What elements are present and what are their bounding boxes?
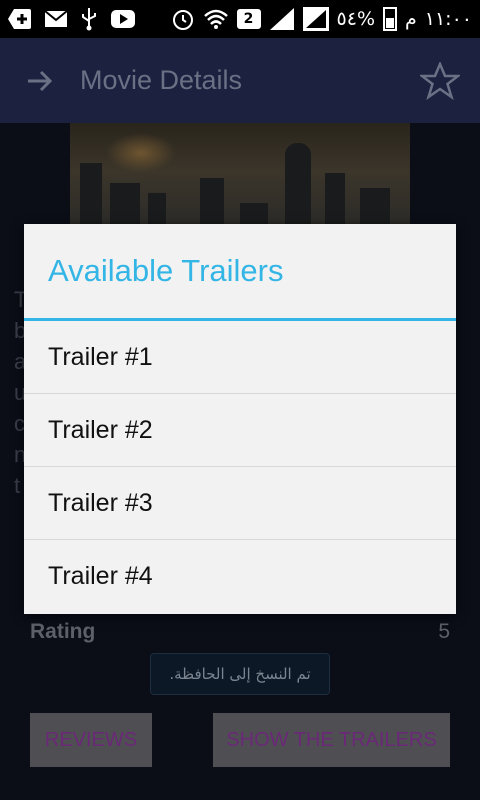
- clock: ١١:٠٠: [424, 8, 472, 30]
- trailer-item-3[interactable]: Trailer #3: [24, 467, 456, 540]
- battery-icon: [383, 7, 397, 31]
- signal-icon: [269, 7, 295, 31]
- page-title: Movie Details: [80, 65, 243, 95]
- trailers-dialog: Available Trailers Trailer #1 Trailer #2…: [24, 224, 456, 614]
- action-bar: Movie Details: [0, 38, 480, 123]
- reviews-button[interactable]: REVIEWS: [30, 713, 152, 767]
- alarm-icon: [171, 7, 195, 31]
- trailer-item-1[interactable]: Trailer #1: [24, 321, 456, 394]
- add-icon: [8, 7, 32, 31]
- trailer-item-2[interactable]: Trailer #2: [24, 394, 456, 467]
- dialog-title: Available Trailers: [24, 224, 456, 321]
- status-bar: 2 ٥٤% م ١١:٠٠: [0, 0, 480, 38]
- usb-icon: [80, 7, 98, 31]
- movie-poster: [70, 123, 410, 233]
- arrow-icon[interactable]: [0, 38, 80, 123]
- rating-value: 5: [438, 620, 450, 643]
- rating-label: Rating: [30, 620, 96, 643]
- star-icon[interactable]: [400, 38, 480, 123]
- sim-2-icon: 2: [236, 9, 261, 29]
- toast-message: تم النسخ إلى الحافظة.: [150, 653, 330, 695]
- signal-icon: [302, 7, 329, 31]
- am-pm: م: [405, 8, 417, 30]
- show-trailers-button[interactable]: SHOW THE TRAILERS: [213, 713, 450, 767]
- mail-icon: [44, 7, 68, 31]
- trailer-item-4[interactable]: Trailer #4: [24, 540, 456, 613]
- youtube-icon: [110, 7, 136, 31]
- wifi-icon: [203, 7, 229, 31]
- battery-percent: ٥٤%: [336, 8, 375, 30]
